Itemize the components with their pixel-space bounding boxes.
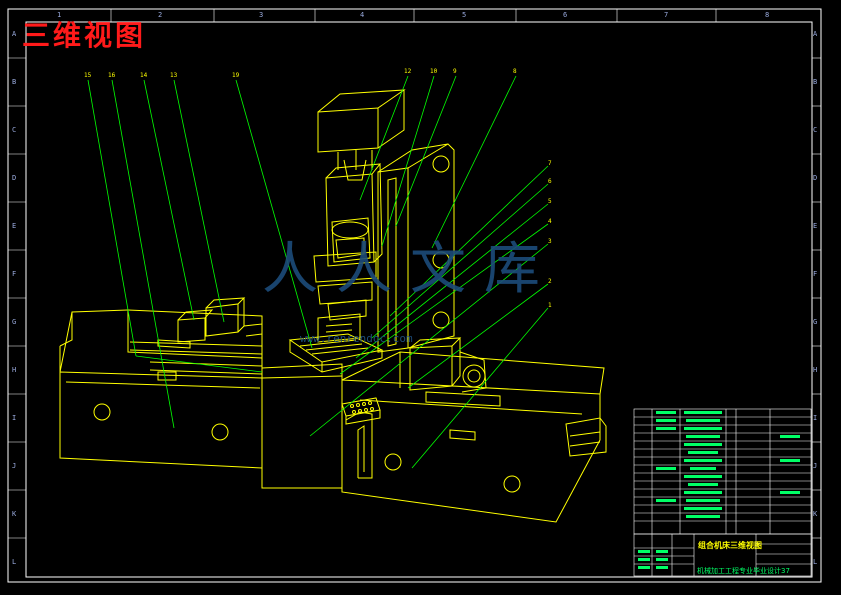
left-bed [59,371,263,469]
callout-5: 5 [548,198,552,205]
zone-row-d-right: D [813,174,818,182]
zone-row-e: E [12,222,17,230]
callout-16: 16 [108,72,116,79]
zone-row-a: A [12,30,17,38]
zone-row-j: J [12,462,17,470]
zone-row-i: I [12,414,17,422]
zone-row-h-right: H [813,366,818,374]
zone-col-3: 3 [259,11,264,19]
zone-row-a-right: A [813,30,818,38]
callout-8: 8 [513,68,517,75]
title-block-school: 机械加工工程专业毕业设计37 [697,567,790,575]
watermark-url: www.renrendoc.com [300,332,413,345]
zone-row-l: L [12,558,17,566]
zone-row-j-right: J [813,462,818,470]
drawing-title: 三维视图 [22,19,147,52]
left-power-head [205,303,239,337]
callout-19: 19 [232,72,240,79]
callout-12: 12 [404,68,412,75]
top-motor [317,107,379,153]
zone-col-5: 5 [462,11,467,19]
zone-row-g-right: G [813,318,818,326]
zone-col-2: 2 [158,11,163,19]
zone-row-d: D [12,174,17,182]
callout-10: 10 [430,68,438,75]
zone-row-e-right: E [813,222,818,230]
right-power-head [409,345,453,391]
zone-row-b: B [12,78,17,86]
zone-row-l-right: L [813,558,818,566]
watermark-text: 人人文库 [262,237,558,302]
callout-14: 14 [140,72,148,79]
zone-col-8: 8 [765,11,770,19]
zone-col-6: 6 [563,11,568,19]
zone-row-g: G [12,318,17,326]
zone-col-1: 1 [57,11,62,19]
zone-row-i-right: I [813,414,818,422]
zone-row-c: C [12,126,17,134]
callout-7: 7 [548,160,552,167]
zone-row-c-right: C [813,126,818,134]
zone-row-f: F [12,270,17,278]
zone-row-k: K [12,510,17,518]
machine-geometry [59,89,607,523]
zone-col-7: 7 [664,11,669,19]
title-block-drawing-name: 组合机床三维视图 [698,541,762,550]
callout-9: 9 [453,68,457,75]
callout-15: 15 [84,72,92,79]
zone-row-f-right: F [813,270,818,278]
zone-row-h: H [12,366,17,374]
callout-13: 13 [170,72,178,79]
zone-row-k-right: K [813,510,818,518]
zone-col-4: 4 [360,11,365,19]
callout-6: 6 [548,178,552,185]
center-base [261,363,343,489]
zone-row-b-right: B [813,78,818,86]
